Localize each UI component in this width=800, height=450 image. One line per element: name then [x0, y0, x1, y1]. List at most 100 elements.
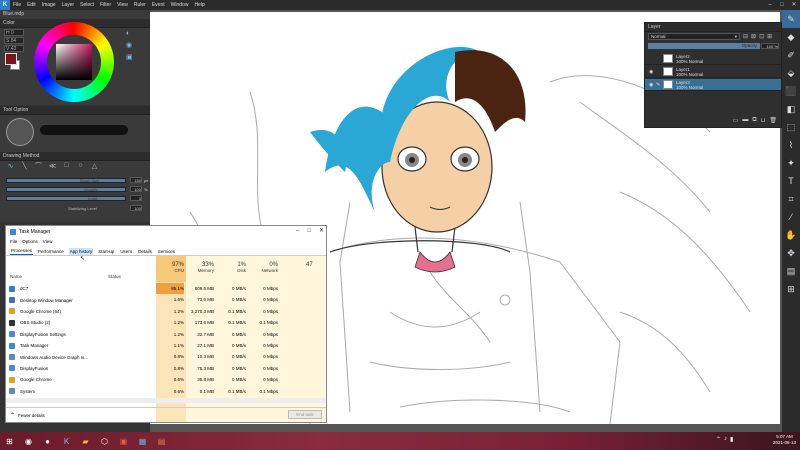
process-row[interactable]: Desktop Window Manager 1.6% 73.6 MB 0 MB/s 0…: [6, 294, 326, 305]
taskbar-clock[interactable]: 5:07 AM 2021-06-13: [773, 434, 796, 446]
tab-processes[interactable]: Processes: [10, 247, 34, 255]
column-cpu[interactable]: 97% CPU: [158, 262, 184, 273]
lock-icon[interactable]: ⊠: [751, 33, 756, 40]
document-tab[interactable]: Blue.mdp: [0, 10, 150, 19]
new-folder-icon[interactable]: ▬: [742, 117, 748, 124]
layer-icon[interactable]: ▤: [782, 262, 800, 280]
value-field[interactable]: V 43: [4, 45, 24, 52]
maximize-icon[interactable]: □: [776, 0, 788, 10]
fewer-details-link[interactable]: Fewer details: [18, 413, 45, 418]
network-icon[interactable]: ▮: [730, 436, 733, 443]
column-disk[interactable]: 1% Disk: [218, 262, 246, 273]
menu-filter[interactable]: Filter: [97, 2, 114, 8]
eyedropper-icon[interactable]: ⁄: [782, 208, 800, 226]
column-status[interactable]: Status: [108, 274, 121, 279]
shape-icon[interactable]: ⬛: [782, 82, 800, 100]
menu-help[interactable]: Help: [191, 2, 207, 8]
column-extra[interactable]: 47: [306, 262, 313, 268]
menu-view[interactable]: View: [114, 2, 131, 8]
tm-menu-options[interactable]: Options: [22, 239, 38, 244]
process-row[interactable]: DisplayFusion Settings 1.2% 32.7 MB 0 MB/s 0…: [6, 329, 326, 340]
tab-performance[interactable]: Performance: [37, 248, 65, 255]
process-row[interactable]: Windows Audio Device Graph Is... 0.8% 10.3…: [6, 351, 326, 362]
color-mode-icon[interactable]: ▣: [126, 53, 133, 61]
process-row[interactable]: Google Chrome (64) 1.2% 3,270.3 MB 0.1 MB/s…: [6, 306, 326, 317]
crop-icon[interactable]: ⌗: [782, 190, 800, 208]
gradient-icon[interactable]: ◧: [782, 100, 800, 118]
freehand-icon[interactable]: ∿: [6, 161, 15, 170]
minimize-icon[interactable]: –: [296, 226, 299, 237]
layer-item[interactable]: ◉ Layer1 100% Normal: [645, 66, 781, 78]
layer-item[interactable]: Layer2 100% Normal: [645, 53, 781, 65]
line-icon[interactable]: ╲: [20, 161, 29, 170]
process-row[interactable]: DisplayFusion 0.8% 75.3 MB 0 MB/s 0 Mbps: [6, 363, 326, 374]
volume-icon[interactable]: ♪: [724, 436, 727, 443]
lock-icon[interactable]: ⊞: [767, 33, 772, 40]
tab-services[interactable]: Services: [157, 248, 176, 255]
stabilizing-value[interactable]: 100: [130, 205, 142, 211]
process-row[interactable]: dC7 85.1% 609.5 MB 0 MB/s 0 Mbps: [6, 283, 326, 295]
process-row[interactable]: Google Chrome 0.6% 35.8 MB 0 MB/s 0 Mbps: [6, 374, 326, 385]
horizontal-scrollbar[interactable]: [6, 398, 326, 403]
column-network[interactable]: 0% Network: [250, 262, 278, 273]
eye-icon[interactable]: ◉: [649, 82, 653, 88]
color-mode-icon[interactable]: ◐: [126, 30, 133, 37]
menu-file[interactable]: File: [10, 2, 24, 8]
blend-mode-select[interactable]: Normal ▾: [648, 33, 740, 40]
opacity-value[interactable]: 100: [130, 186, 142, 192]
eye-icon[interactable]: ◉: [649, 69, 653, 75]
windows-start-icon[interactable]: ⊞: [2, 433, 18, 449]
zoom-icon[interactable]: ⊞: [782, 280, 800, 298]
brush-icon[interactable]: ✐: [782, 46, 800, 64]
move-icon[interactable]: ✥: [782, 244, 800, 262]
krita-icon[interactable]: K: [59, 433, 75, 449]
paint-icon[interactable]: ▤: [154, 433, 170, 449]
process-row[interactable]: Task Manager 1.1% 27.1 MB 0 MB/s 0 Mbps: [6, 340, 326, 351]
saturation-value-square[interactable]: [56, 44, 92, 80]
merge-layer-icon[interactable]: ⊔: [761, 117, 766, 124]
ellipse-icon[interactable]: ○: [76, 161, 85, 170]
menu-image[interactable]: Image: [39, 2, 59, 8]
magic-wand-icon[interactable]: ✦: [782, 154, 800, 172]
antialias-value[interactable]: 3: [130, 195, 142, 201]
curve-icon[interactable]: ⌒: [34, 161, 43, 170]
menu-edit[interactable]: Edit: [24, 2, 39, 8]
polyline-icon[interactable]: ≪: [48, 161, 57, 170]
tab-start-up[interactable]: Start-up: [97, 248, 115, 255]
menu-window[interactable]: Window: [168, 2, 192, 8]
rectangle-icon[interactable]: □: [62, 161, 71, 170]
lock-icon[interactable]: ⊟: [743, 33, 748, 40]
process-row[interactable]: System 0.6% 0.1 MB 0.1 MB/s 0.1 Mbps: [6, 386, 326, 397]
polygon-icon[interactable]: △: [90, 161, 99, 170]
eraser-icon[interactable]: ◆: [782, 28, 800, 46]
end-task-button[interactable]: End task: [288, 410, 322, 419]
task-manager-taskbar-icon[interactable]: ▦: [135, 433, 151, 449]
tm-menu-file[interactable]: File: [10, 239, 17, 244]
lock-icon[interactable]: ⊡: [759, 33, 764, 40]
chevron-up-icon[interactable]: ⌃: [716, 436, 721, 443]
minimize-icon[interactable]: –: [764, 0, 776, 10]
lasso-icon[interactable]: ⌇: [782, 136, 800, 154]
chrome-icon[interactable]: ◉: [21, 433, 37, 449]
color-mode-icon[interactable]: ◉: [126, 41, 133, 49]
pen-icon[interactable]: ✎: [782, 10, 800, 28]
file-explorer-icon[interactable]: ▰: [78, 433, 94, 449]
menu-select[interactable]: Select: [77, 2, 97, 8]
tab-users[interactable]: Users: [119, 248, 133, 255]
layer-item-selected[interactable]: ◉ ✎ Layer3 100% Normal: [645, 79, 781, 91]
process-row[interactable]: OBS Studio (2) 1.2% 173.6 MB 0.1 MB/s 0.1 Mb…: [6, 317, 326, 328]
hand-icon[interactable]: ✋: [782, 226, 800, 244]
text-icon[interactable]: T: [782, 172, 800, 190]
photo-icon[interactable]: ▣: [116, 433, 132, 449]
column-name[interactable]: Name: [10, 274, 22, 279]
menu-event[interactable]: Event: [149, 2, 168, 8]
maximize-icon[interactable]: □: [307, 226, 311, 237]
trash-icon[interactable]: 🗑: [769, 117, 777, 124]
primary-color-swatch[interactable]: [5, 53, 17, 65]
close-icon[interactable]: ✕: [788, 0, 800, 10]
tab-app-history[interactable]: App history: [68, 247, 94, 255]
menu-ruler[interactable]: Ruler: [131, 2, 149, 8]
new-layer-icon[interactable]: ▭: [733, 117, 739, 124]
app-icon[interactable]: ⬡: [97, 433, 113, 449]
close-icon[interactable]: ✕: [319, 226, 324, 237]
